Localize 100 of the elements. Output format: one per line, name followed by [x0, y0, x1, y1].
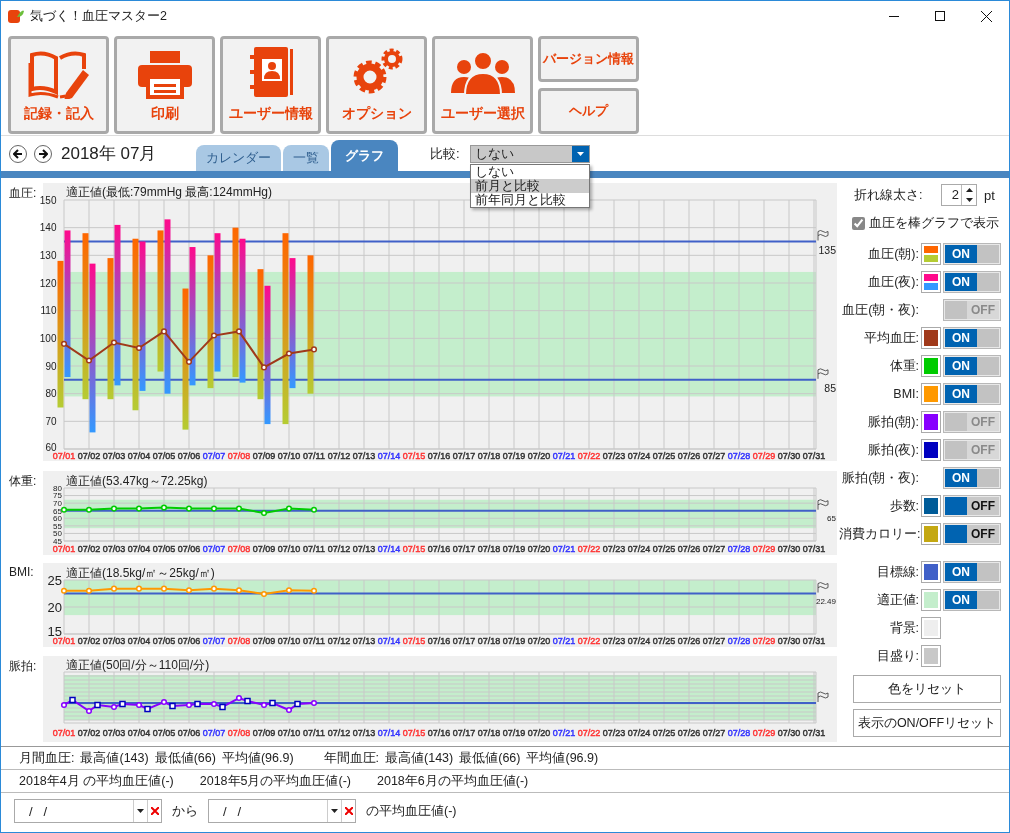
- date-label: 07/11: [303, 636, 325, 646]
- setting-label: 脈拍(朝):: [867, 413, 919, 431]
- date-label: 07/17: [452, 451, 476, 461]
- date-label: 07/26: [677, 636, 701, 646]
- axis-tick-label: 80: [53, 483, 62, 493]
- date-label: 07/27: [702, 544, 726, 554]
- date-label: 07/30: [777, 544, 801, 554]
- date-label: 07/10: [277, 544, 301, 554]
- date-label: 07/01: [52, 636, 76, 646]
- date-label: 07/26: [677, 544, 701, 554]
- stat-value: 最高値(143): [80, 749, 149, 767]
- date-label: 07/12: [327, 451, 351, 461]
- date-label: 07/24: [627, 636, 651, 646]
- date-label: 07/22: [577, 636, 601, 646]
- date-label: 07/16: [427, 728, 451, 738]
- date-label: 07/31: [802, 728, 826, 738]
- date-label: 07/01: [52, 728, 76, 738]
- date-label: 07/28: [727, 544, 751, 554]
- date-label: 07/04: [127, 544, 151, 554]
- average-text: 2018年5月の平均血圧値(-): [199, 772, 351, 790]
- date-label: 07/13: [352, 451, 376, 461]
- date-label: 07/24: [627, 544, 651, 554]
- stat-value: 最高値(143): [385, 749, 454, 767]
- date-label: 07/23: [602, 636, 626, 646]
- date-label: 07/08: [227, 728, 251, 738]
- axis-tick-label: 140: [39, 222, 57, 234]
- date-label: 07/19: [502, 728, 526, 738]
- date-label: 07/12: [327, 636, 351, 646]
- month-label: 2018年 07月: [61, 143, 157, 165]
- date-label: 07/13: [352, 728, 376, 738]
- date-label: 07/29: [752, 544, 776, 554]
- compare-label: 比較:: [430, 144, 460, 163]
- stat-value: 平均値(96.9): [221, 749, 294, 767]
- date-label: 07/21: [552, 728, 576, 738]
- date-label: 07/28: [727, 728, 751, 738]
- date-label: 07/30: [777, 451, 801, 461]
- date-label: 07/20: [527, 544, 551, 554]
- date-label: 07/31: [802, 544, 826, 554]
- date-label: 07/23: [602, 451, 626, 461]
- target-value-label: 85: [824, 382, 836, 395]
- date-label: 07/09: [252, 636, 276, 646]
- date-label: 07/18: [477, 544, 501, 554]
- date-label: 07/02: [77, 636, 101, 646]
- chart-label: BMI:: [9, 565, 34, 579]
- stat-value: 最低値(66): [154, 749, 216, 767]
- date-label: 07/05: [152, 451, 176, 461]
- axis-tick-label: 50: [53, 529, 62, 539]
- stat-label: 年間血圧:: [323, 749, 380, 767]
- date-label: 07/05: [152, 728, 176, 738]
- date-label: 07/23: [602, 544, 626, 554]
- date-label: 07/11: [303, 728, 325, 738]
- date-label: 07/05: [152, 636, 176, 646]
- setting-label: 平均血圧:: [862, 329, 919, 347]
- date-label: 07/19: [502, 544, 526, 554]
- axis-tick-label: 45: [53, 536, 62, 546]
- date-label: 07/29: [752, 636, 776, 646]
- date-label: 07/04: [127, 636, 151, 646]
- date-label: 07/30: [777, 636, 801, 646]
- date-label: 07/06: [177, 728, 201, 738]
- setting-label: 目標線:: [875, 563, 919, 581]
- date-label: 07/25: [652, 451, 676, 461]
- date-label: 07/29: [752, 451, 776, 461]
- average-text: 2018年4月 の平均血圧値(-): [19, 772, 174, 790]
- date-label: 07/21: [552, 451, 576, 461]
- date-label: 07/09: [252, 451, 276, 461]
- setting-label: 血圧(朝・夜):: [841, 301, 919, 319]
- chart-label: 血圧:: [9, 186, 37, 200]
- date-label: 07/25: [652, 544, 676, 554]
- setting-label: 背景:: [888, 619, 919, 637]
- target-value-label: 22.49: [815, 596, 836, 606]
- date-label: 07/24: [627, 451, 651, 461]
- axis-tick-label: 60: [45, 441, 57, 453]
- date-label: 07/20: [527, 728, 551, 738]
- setting-label: 歩数:: [888, 497, 919, 515]
- date-label: 07/12: [327, 544, 351, 554]
- date-label: 07/09: [252, 728, 276, 738]
- chart-title: 適正値(最低:79mmHg 最高:124mmHg): [66, 185, 273, 199]
- axis-tick-label: 130: [39, 249, 57, 261]
- date-label: 07/20: [527, 451, 551, 461]
- date-label: 07/23: [602, 728, 626, 738]
- date-label: 07/10: [277, 636, 301, 646]
- date-label: 07/26: [677, 451, 701, 461]
- date-label: 07/02: [77, 544, 101, 554]
- date-label: 07/14: [377, 544, 401, 554]
- date-label: 07/07: [202, 544, 226, 554]
- chart-title: 適正値(18.5kg/㎡～25kg/㎡): [66, 566, 215, 580]
- axis-tick-label: 70: [45, 415, 57, 427]
- axis-tick-label: 65: [53, 506, 62, 516]
- axis-tick-label: 20: [47, 599, 62, 615]
- chart-title: 適正値(50回/分～110回/分): [66, 658, 210, 672]
- chart-label: 体重:: [9, 474, 37, 488]
- axis-tick-label: 55: [53, 521, 62, 531]
- date-label: 07/05: [152, 544, 176, 554]
- axis-tick-label: 60: [53, 514, 62, 524]
- setting-label: BMI:: [892, 387, 919, 401]
- stat-label: 月間血圧:: [19, 749, 75, 767]
- setting-label: 目盛り:: [875, 647, 919, 665]
- date-label: 07/14: [377, 728, 401, 738]
- date-label: 07/03: [102, 728, 126, 738]
- date-label: 07/11: [303, 544, 325, 554]
